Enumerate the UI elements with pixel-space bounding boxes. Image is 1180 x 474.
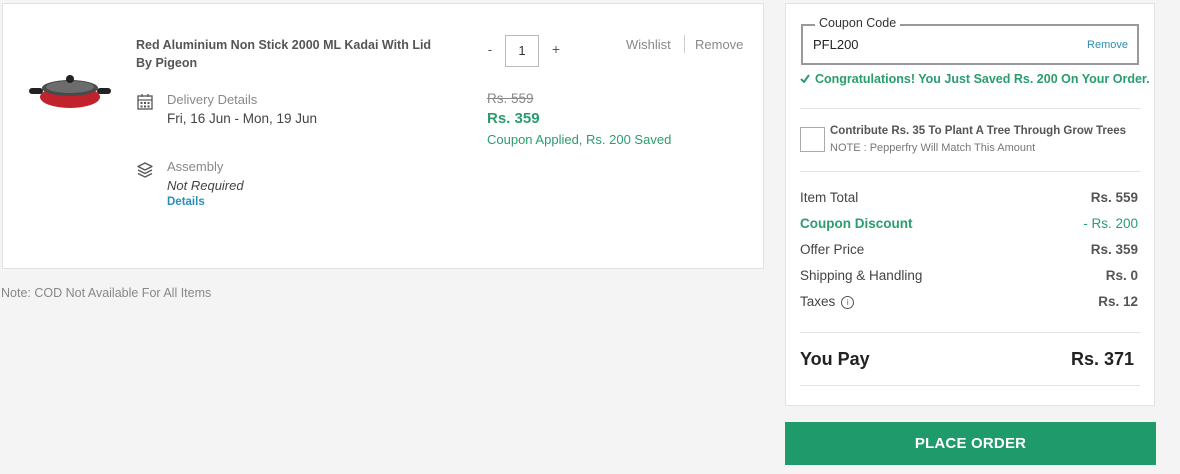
shipping-value: Rs. 0 <box>1105 268 1138 283</box>
grow-trees-checkbox[interactable] <box>800 127 825 152</box>
place-order-button[interactable]: PLACE ORDER <box>785 422 1156 465</box>
remove-item-link[interactable]: Remove <box>695 37 743 52</box>
qty-decrease-button[interactable]: - <box>483 42 497 57</box>
assembly-details-link[interactable]: Details <box>167 196 205 208</box>
checkmark-icon <box>800 74 810 83</box>
taxes-value: Rs. 12 <box>1098 294 1138 309</box>
final-price: Rs. 359 <box>487 110 540 127</box>
product-name[interactable]: Red Aluminium Non Stick 2000 ML Kadai Wi… <box>136 36 436 72</box>
product-image[interactable] <box>27 68 113 112</box>
you-pay-row: You Pay Rs. 371 <box>800 349 1138 375</box>
offer-price-label: Offer Price <box>800 242 865 257</box>
delivery-label: Delivery Details <box>167 92 258 107</box>
original-price: Rs. 559 <box>487 91 534 106</box>
shipping-label: Shipping & Handling <box>800 268 923 283</box>
coupon-savings-note: Coupon Applied, Rs. 200 Saved <box>487 132 672 147</box>
divider <box>800 171 1140 172</box>
quantity-input[interactable]: 1 <box>505 35 539 67</box>
divider <box>800 108 1140 109</box>
order-summary-panel: Coupon Code PFL200 Remove Congratulation… <box>785 3 1155 406</box>
coupon-success-text: Congratulations! You Just Saved Rs. 200 … <box>815 72 1150 86</box>
wishlist-link[interactable]: Wishlist <box>626 37 671 52</box>
offer-price-value: Rs. 359 <box>1090 242 1138 257</box>
qty-increase-button[interactable]: + <box>549 41 563 57</box>
info-icon[interactable]: i <box>841 295 855 309</box>
assembly-label: Assembly <box>167 159 224 174</box>
coupon-code-value[interactable]: PFL200 <box>813 37 859 52</box>
shipping-row: Shipping & Handling Rs. 0 <box>800 268 1138 288</box>
coupon-code-field[interactable]: Coupon Code PFL200 Remove <box>801 16 1139 65</box>
taxes-row: Taxes i Rs. 12 <box>800 294 1138 314</box>
cart-item-card: Red Aluminium Non Stick 2000 ML Kadai Wi… <box>2 3 764 269</box>
item-total-row: Item Total Rs. 559 <box>800 190 1138 210</box>
divider <box>800 385 1140 386</box>
item-total-label: Item Total <box>800 190 859 205</box>
action-divider <box>684 35 685 53</box>
coupon-discount-label: Coupon Discount <box>800 216 913 231</box>
grow-trees-note: NOTE : Pepperfry Will Match This Amount <box>830 142 1036 154</box>
assembly-value: Not Required <box>167 178 244 193</box>
coupon-remove-button[interactable]: Remove <box>1087 39 1128 51</box>
you-pay-value: Rs. 371 <box>1070 349 1134 369</box>
coupon-discount-row: Coupon Discount - Rs. 200 <box>800 216 1138 236</box>
taxes-label-text: Taxes <box>800 294 836 309</box>
offer-price-row: Offer Price Rs. 359 <box>800 242 1138 262</box>
coupon-code-label: Coupon Code <box>815 16 901 30</box>
coupon-discount-value: - Rs. 200 <box>1083 216 1138 231</box>
delivery-dates: Fri, 16 Jun - Mon, 19 Jun <box>167 111 318 126</box>
you-pay-label: You Pay <box>800 349 870 369</box>
grow-trees-label: Contribute Rs. 35 To Plant A Tree Throug… <box>830 125 1127 137</box>
coupon-success-message: Congratulations! You Just Saved Rs. 200 … <box>800 72 1150 86</box>
divider <box>800 332 1140 333</box>
taxes-label: Taxes i <box>800 294 855 309</box>
cod-note: Note: COD Not Available For All Items <box>1 286 212 300</box>
assembly-icon <box>137 162 153 178</box>
calendar-icon <box>137 94 153 110</box>
item-total-value: Rs. 559 <box>1090 190 1138 205</box>
